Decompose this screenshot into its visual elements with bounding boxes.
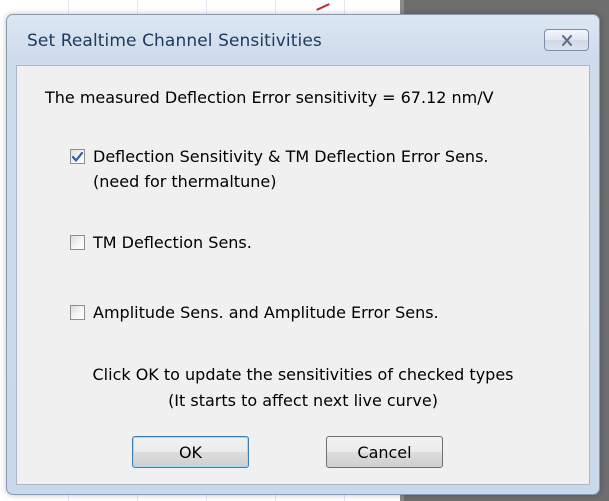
ok-button[interactable]: OK [132,436,249,468]
option-tm-deflection-sens-label: TM Deflection Sens. [93,233,252,252]
checkmark-icon [71,147,84,166]
option-deflection-sens-checkbox[interactable] [70,149,85,164]
sensitivities-dialog: Set Realtime Channel Sensitivities The m… [6,14,600,495]
option-deflection-sens-text: Deflection Sensitivity & TM Deflection E… [93,147,489,166]
option-amplitude-sens-label: Amplitude Sens. and Amplitude Error Sens… [93,303,439,322]
dialog-titlebar[interactable]: Set Realtime Channel Sensitivities [7,15,599,65]
dialog-body: The measured Deflection Error sensitivit… [16,65,590,485]
option-deflection-sens-note: (need for thermaltune) [93,172,277,191]
cancel-button[interactable]: Cancel [326,436,443,468]
option-deflection-sens-label: Deflection Sensitivity & TM Deflection E… [93,144,489,194]
dialog-title: Set Realtime Channel Sensitivities [27,31,322,51]
close-button[interactable] [544,29,589,51]
measured-sensitivity-text: The measured Deflection Error sensitivit… [45,88,494,107]
instruction-text-line2: (It starts to affect next live curve) [168,391,438,410]
option-amplitude-sens-checkbox[interactable] [70,305,85,320]
close-x-icon [561,34,573,46]
option-deflection-sens[interactable]: Deflection Sensitivity & TM Deflection E… [70,146,489,194]
option-tm-deflection-sens-checkbox[interactable] [70,235,85,250]
instruction-text-line1: Click OK to update the sensitivities of … [92,365,514,384]
option-amplitude-sens[interactable]: Amplitude Sens. and Amplitude Error Sens… [70,302,439,325]
option-tm-deflection-sens[interactable]: TM Deflection Sens. [70,232,252,255]
